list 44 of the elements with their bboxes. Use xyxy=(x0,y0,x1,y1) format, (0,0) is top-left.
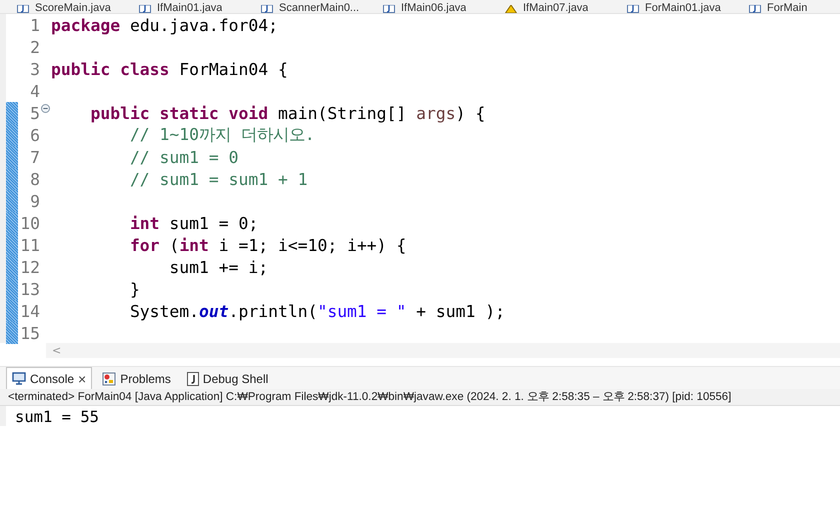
line-number: 7 xyxy=(29,148,40,166)
console-header: <terminated> ForMain04 [Java Application] C:₩Program Files₩jdk-11.0.2₩bin₩javaw.exe (2024. 2. 1. 오후 2:58:35 – 오후 2:58:37) [pid: 10556] xyxy=(0,389,840,406)
line-number: 15 xyxy=(19,324,40,342)
line-number: 3 xyxy=(29,60,40,78)
view-tab[interactable]: Console × xyxy=(6,367,92,389)
warning-file-icon xyxy=(505,5,517,13)
line-number: 6 xyxy=(29,126,40,144)
view-tab[interactable]: Problems xyxy=(96,367,177,389)
console-output: sum1 = 55 xyxy=(0,406,840,426)
problems-icon xyxy=(102,372,116,386)
code-line: // 1~10까지 더하시오. xyxy=(128,124,315,146)
code-line: sum1 += i; xyxy=(168,258,268,276)
line-number: 12 xyxy=(19,258,40,276)
view-tab[interactable]: Debug Shell xyxy=(180,367,274,389)
line-number: 1 xyxy=(29,16,40,34)
code-line: package edu.java.for04; xyxy=(51,16,278,34)
line-number: 8 xyxy=(29,170,40,188)
line-number: 5 xyxy=(29,104,40,122)
line-number: 13 xyxy=(19,280,40,298)
code-line: public class ForMain04 { xyxy=(51,60,288,78)
editor-tab[interactable]: IfMain06.java xyxy=(366,0,488,13)
code-line: public static void main(String[] args) { xyxy=(89,104,486,122)
line-number: 14 xyxy=(19,302,40,320)
code-line: // sum1 = 0 xyxy=(128,148,238,166)
code-line: // sum1 = sum1 + 1 xyxy=(128,170,308,188)
line-number: 11 xyxy=(19,236,40,254)
line-number: 9 xyxy=(29,192,40,210)
monitor-icon xyxy=(12,372,26,385)
editor-tab[interactable]: ScoreMain.java xyxy=(0,0,122,13)
code-line: } xyxy=(128,280,140,298)
line-number: 4 xyxy=(29,82,40,100)
editor-tab[interactable]: ForMain01.java xyxy=(610,0,732,13)
editor-tab[interactable]: IfMain07.java xyxy=(488,0,610,13)
code-line: System.out.println("sum1 = " + sum1 ); xyxy=(128,302,505,320)
line-number: 10 xyxy=(19,214,40,232)
editor-tab[interactable]: ForMain xyxy=(732,0,840,13)
code-line: int sum1 = 0; xyxy=(128,214,258,232)
editor-tab[interactable]: ScannerMain0... xyxy=(244,0,366,13)
code-line: for (int i =1; i<=10; i++) { xyxy=(128,236,406,254)
line-number: 2 xyxy=(29,38,40,56)
collapse-icon[interactable] xyxy=(41,104,50,113)
close-icon[interactable]: × xyxy=(78,370,86,386)
java-shell-icon xyxy=(186,372,199,386)
editor-tab[interactable]: IfMain01.java xyxy=(122,0,244,13)
